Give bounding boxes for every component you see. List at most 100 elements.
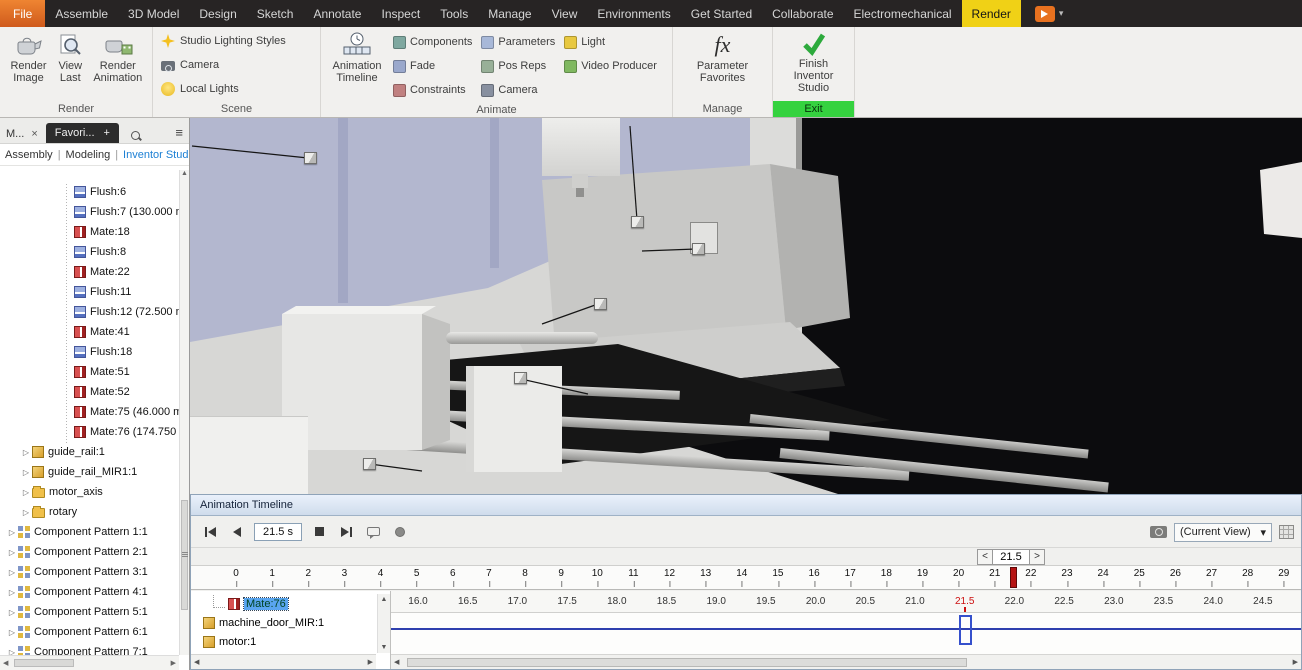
animate-item-camera[interactable]: Camera — [479, 78, 562, 102]
action-marker-cube[interactable] — [692, 243, 705, 255]
go-to-end-button[interactable] — [336, 522, 356, 542]
tree-item-flush-7-130-000-mm-[interactable]: Flush:7 (130.000 mm) — [0, 202, 179, 222]
action-marker-cube[interactable] — [631, 216, 644, 228]
expand-arrow-icon[interactable]: ▷ — [20, 468, 32, 477]
view-selector-dropdown[interactable]: (Current View) ▾ — [1174, 522, 1272, 542]
browser-tab-inventor-studio[interactable]: Inventor Studio — [123, 149, 189, 161]
tree-item-mate-75-46-000-mm-[interactable]: Mate:75 (46.000 mm) — [0, 402, 179, 422]
expand-arrow-icon[interactable]: ▷ — [6, 548, 18, 557]
current-time-marker[interactable] — [1009, 567, 1017, 588]
menu-tab-render[interactable]: Render — [961, 0, 1021, 27]
finish-inventor-studio-button[interactable]: Finish Inventor Studio — [778, 30, 850, 101]
time-increment-button[interactable]: > — [1029, 549, 1045, 565]
menu-tab-manage[interactable]: Manage — [478, 0, 541, 27]
menu-tab-collaborate[interactable]: Collaborate — [762, 0, 843, 27]
tree-item-rotary[interactable]: ▷ rotary — [0, 502, 179, 522]
model-panel-tab[interactable]: M... × — [4, 125, 40, 143]
expand-arrow-icon[interactable]: ▷ — [6, 528, 18, 537]
tree-item-mate-22[interactable]: Mate:22 — [0, 262, 179, 282]
animation-timeline-button[interactable]: Animation Timeline — [325, 30, 389, 102]
expand-editor-icon[interactable] — [1279, 525, 1294, 539]
search-icon[interactable] — [130, 131, 143, 143]
expand-arrow-icon[interactable]: ▷ — [20, 448, 32, 457]
expand-arrow-icon[interactable]: ▷ — [6, 568, 18, 577]
tree-item-mate-52[interactable]: Mate:52 — [0, 382, 179, 402]
camera-snapshot-icon[interactable] — [1150, 526, 1167, 538]
action-marker-cube[interactable] — [594, 298, 607, 310]
animate-item-video-producer[interactable]: Video Producer — [562, 54, 664, 78]
action-track-area[interactable] — [391, 613, 1301, 654]
tree-item-component-pattern-3-1[interactable]: ▷ Component Pattern 3:1 — [0, 562, 179, 582]
current-time-display[interactable]: 21.5 s — [254, 522, 302, 541]
scene-item-camera[interactable]: Camera — [157, 54, 316, 76]
go-to-start-button[interactable] — [200, 522, 220, 542]
menu-tab-assemble[interactable]: Assemble — [45, 0, 118, 27]
expand-arrow-icon[interactable]: ▷ — [6, 608, 18, 617]
animation-options-button[interactable] — [363, 522, 383, 542]
scrollbar-thumb[interactable] — [407, 658, 967, 667]
viewport-3d[interactable] — [190, 118, 1302, 494]
menu-tab-annotate[interactable]: Annotate — [303, 0, 371, 27]
render-animation-button[interactable]: Render Animation — [88, 30, 148, 101]
time-spinner-value[interactable]: 21.5 — [993, 549, 1029, 565]
tree-item-mate-18[interactable]: Mate:18 — [0, 222, 179, 242]
animate-item-constraints[interactable]: Constraints — [391, 78, 479, 102]
parameter-favorites-button[interactable]: fx Parameter Favorites — [690, 30, 756, 101]
menu-tab-get-started[interactable]: Get Started — [681, 0, 762, 27]
animate-item-light[interactable]: Light — [562, 30, 664, 54]
tree-item-flush-8[interactable]: Flush:8 — [0, 242, 179, 262]
expand-arrow-icon[interactable]: ▷ — [6, 588, 18, 597]
browser-tab-assembly[interactable]: Assembly — [5, 149, 53, 161]
expanded-ruler[interactable]: 16.0 16.5 17.0 17.5 18.0 18.5 19.0 19.5 20.0 20.5… — [391, 591, 1301, 613]
menu-tab-inspect[interactable]: Inspect — [371, 0, 430, 27]
tree-item-flush-11[interactable]: Flush:11 — [0, 282, 179, 302]
tree-item-guide-rail-1[interactable]: ▷ guide_rail:1 — [0, 442, 179, 462]
menu-tab-electromechanical[interactable]: Electromechanical — [844, 0, 962, 27]
browser-tab-modeling[interactable]: Modeling — [66, 149, 111, 161]
scene-item-local-lights[interactable]: Local Lights — [157, 78, 316, 100]
current-action-bracket[interactable] — [958, 615, 972, 645]
expand-arrow-icon[interactable]: ▷ — [6, 628, 18, 637]
timeline-ruler[interactable]: 0 1 2 3 4 5 6 7 8 9 10 11 12 13 14 15 16 17 18 19 20 21 22 23 24… — [191, 566, 1301, 590]
expand-arrow-icon[interactable]: ▷ — [20, 508, 32, 517]
tree-item-component-pattern-5-1[interactable]: ▷ Component Pattern 5:1 — [0, 602, 179, 622]
menu-tab-3d-model[interactable]: 3D Model — [118, 0, 189, 27]
render-image-button[interactable]: Render Image — [4, 30, 53, 101]
browser-vertical-scrollbar[interactable]: ▲ — [179, 170, 189, 655]
timeline-tree-item-motor-1[interactable]: motor:1 — [191, 632, 376, 651]
menu-tab-design[interactable]: Design — [189, 0, 246, 27]
timeline-tree-item-machine-door-mir-1[interactable]: machine_door_MIR:1 — [191, 613, 376, 632]
menu-tab-environments[interactable]: Environments — [587, 0, 680, 27]
play-backward-button[interactable] — [227, 522, 247, 542]
tree-item-mate-76-174-750-mm-[interactable]: Mate:76 (174.750 mm) — [0, 422, 179, 442]
time-decrement-button[interactable]: < — [977, 549, 993, 565]
add-icon[interactable]: + — [104, 127, 110, 139]
expand-arrow-icon[interactable]: ▷ — [20, 488, 32, 497]
tree-item-flush-6[interactable]: Flush:6 — [0, 182, 179, 202]
animate-item-pos-reps[interactable]: Pos Reps — [479, 54, 562, 78]
timeline-tree-vertical-scrollbar[interactable]: ▲ ▼ — [377, 594, 390, 653]
tree-item-component-pattern-2-1[interactable]: ▷ Component Pattern 2:1 — [0, 542, 179, 562]
tree-item-flush-12-72-500-mm-[interactable]: Flush:12 (72.500 mm) — [0, 302, 179, 322]
favorites-panel-tab[interactable]: Favori... + — [45, 123, 119, 143]
menu-tab-sketch[interactable]: Sketch — [247, 0, 304, 27]
scene-item-studio-lighting-styles[interactable]: Studio Lighting Styles — [157, 30, 316, 52]
tree-item-component-pattern-4-1[interactable]: ▷ Component Pattern 4:1 — [0, 582, 179, 602]
tree-item-component-pattern-1-1[interactable]: ▷ Component Pattern 1:1 — [0, 522, 179, 542]
animate-item-components[interactable]: Components — [391, 30, 479, 54]
menu-tab-tools[interactable]: Tools — [430, 0, 478, 27]
browser-horizontal-scrollbar[interactable]: ◀ ▶ — [0, 655, 179, 670]
action-marker-cube[interactable] — [363, 458, 376, 470]
hamburger-menu-icon[interactable]: ≡ — [175, 123, 185, 143]
app-menu-button[interactable]: ▾ — [1034, 0, 1063, 27]
tree-item-motor-axis[interactable]: ▷ motor_axis — [0, 482, 179, 502]
action-marker-cube[interactable] — [514, 372, 527, 384]
tree-item-flush-18[interactable]: Flush:18 — [0, 342, 179, 362]
timeline-tree-item-mate-76[interactable]: Mate:76 — [191, 594, 376, 613]
animate-item-parameters[interactable]: Parameters — [479, 30, 562, 54]
menu-tab-view[interactable]: View — [542, 0, 588, 27]
tree-item-mate-51[interactable]: Mate:51 — [0, 362, 179, 382]
action-marker-cube[interactable] — [304, 152, 317, 164]
timeline-tree-horizontal-scrollbar[interactable]: ◀ ▶ — [191, 654, 376, 669]
tree-item-component-pattern-7-1[interactable]: ▷ Component Pattern 7:1 — [0, 642, 179, 655]
